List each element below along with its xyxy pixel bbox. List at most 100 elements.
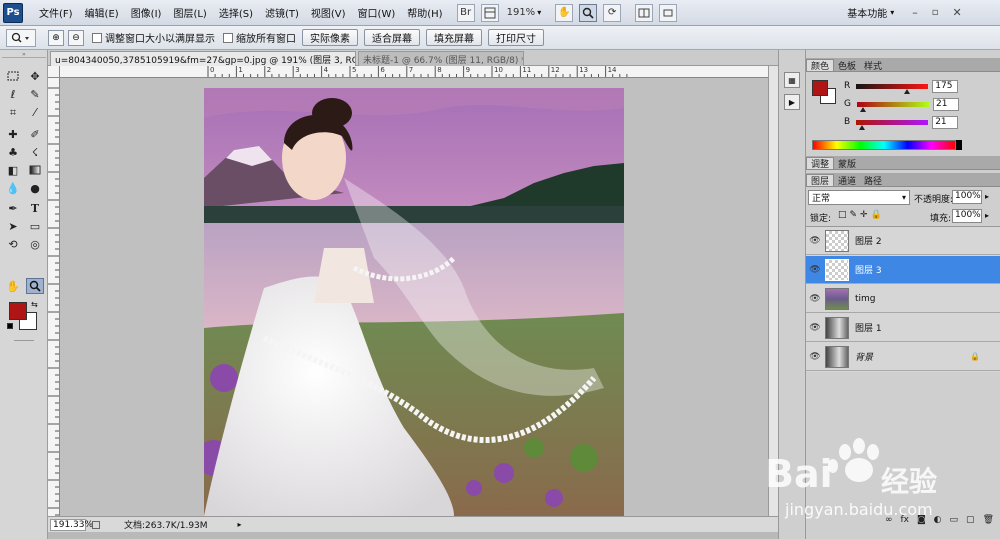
eye-icon[interactable]: 👁 [809, 351, 821, 363]
eye-icon[interactable]: 👁 [809, 322, 821, 334]
workspace-switcher[interactable]: 基本功能 [847, 5, 887, 20]
tab-color[interactable]: 颜色 [806, 59, 835, 72]
tab-channels[interactable]: 通道 [834, 174, 860, 187]
eraser-tool-icon[interactable]: ◧ [4, 162, 22, 178]
layer-row[interactable]: 👁 背景 🔒 [806, 343, 1000, 371]
zoom-out-icon[interactable]: ⊖ [68, 29, 84, 46]
minimize-icon[interactable]: – [912, 6, 918, 19]
clone-stamp-icon[interactable]: ♣ [4, 144, 22, 160]
menu-edit[interactable]: 编辑(E) [85, 5, 119, 20]
move-tool-icon[interactable]: ✥ [26, 68, 44, 84]
menu-window[interactable]: 窗口(W) [358, 5, 396, 20]
blue-value-field[interactable]: 21 [932, 115, 959, 129]
tab-layers[interactable]: 图层 [806, 174, 835, 187]
tab-styles[interactable]: 样式 [860, 59, 886, 72]
gradient-tool-icon[interactable] [26, 162, 44, 178]
hand-icon[interactable]: ✋ [555, 3, 574, 22]
zoom-level-select[interactable]: 191% [507, 7, 536, 18]
checkbox-box[interactable] [223, 32, 233, 43]
chevron-down-icon[interactable]: ▾ [537, 8, 541, 17]
green-value-field[interactable]: 21 [932, 97, 959, 111]
tab-swatches[interactable]: 色板 [834, 59, 860, 72]
black-swatch[interactable] [956, 140, 962, 150]
menu-select[interactable]: 选择(S) [219, 5, 253, 20]
brush-tool-icon[interactable]: ✐ [26, 126, 44, 142]
chevron-down-icon[interactable]: ▾ [890, 8, 894, 17]
dodge-tool-icon[interactable]: ● [26, 180, 44, 196]
status-info-icon[interactable] [92, 520, 100, 529]
fit-screen-button[interactable]: 适合屏幕 [364, 29, 420, 46]
blur-tool-icon[interactable]: 💧 [4, 180, 22, 196]
history-panel-icon[interactable]: ▦ [784, 72, 800, 88]
healing-brush-icon[interactable]: ✚ [4, 126, 22, 142]
canvas-area[interactable] [60, 78, 768, 516]
zoom-field[interactable]: 191.33% [50, 518, 93, 531]
pen-tool-icon[interactable]: ✒ [4, 200, 22, 216]
restore-icon[interactable]: ▫ [932, 7, 939, 18]
layer-name[interactable]: 图层 1 [855, 321, 882, 334]
tab-active-document[interactable]: u=804340050,3785105919&fm=27&gp=0.jpg @ … [50, 51, 356, 66]
layer-name[interactable]: 图层 3 [855, 263, 882, 276]
opacity-field[interactable]: 100% [952, 190, 982, 204]
zoom-in-icon[interactable]: ⊕ [48, 29, 64, 46]
screen-mode-icon[interactable] [659, 3, 678, 22]
zoom-tool-icon[interactable] [26, 278, 44, 294]
document-image[interactable] [204, 88, 624, 516]
tab-masks[interactable]: 蒙版 [834, 157, 860, 170]
menu-filter[interactable]: 滤镜(T) [265, 5, 299, 20]
checkbox-box[interactable] [92, 32, 102, 43]
history-brush-icon[interactable]: ☇ [26, 144, 44, 160]
eyedropper-tool-icon[interactable]: ⁄ [26, 104, 44, 120]
layer-name[interactable]: 背景 [855, 350, 873, 363]
blend-mode-select[interactable]: 正常 ▾ [808, 190, 910, 205]
default-colors-icon[interactable] [7, 323, 13, 329]
horizontal-ruler[interactable]: 0 1 2 3 4 5 6 7 8 9 10 11 12 13 14 [60, 66, 768, 78]
red-slider[interactable] [856, 83, 929, 94]
zoom-icon[interactable] [579, 3, 598, 22]
color-panel-foreground-swatch[interactable] [812, 80, 828, 96]
tab-untitled-document[interactable]: 未标题-1 @ 66.7% (图层 11, RGB/8) * [358, 51, 524, 66]
quick-select-tool-icon[interactable]: ✎ [26, 86, 44, 102]
eye-icon[interactable]: 👁 [809, 264, 821, 276]
fill-field[interactable]: 100% [952, 209, 982, 223]
foreground-color-swatch[interactable] [9, 302, 27, 320]
green-slider[interactable] [856, 101, 929, 112]
crop-tool-icon[interactable]: ⌗ [4, 104, 22, 120]
menu-layer[interactable]: 图层(L) [173, 5, 206, 20]
rotate-view-icon[interactable]: ⟳ [603, 3, 622, 22]
layer-row[interactable]: 👁 图层 3 [806, 256, 1000, 284]
layer-row[interactable]: 👁 图层 1 [806, 314, 1000, 342]
bridge-button[interactable]: Br [456, 3, 475, 22]
print-size-button[interactable]: 打印尺寸 [488, 29, 544, 46]
eye-icon[interactable]: 👁 [809, 293, 821, 305]
fill-arrow-icon[interactable]: ▸ [985, 211, 989, 220]
status-menu-arrow-icon[interactable]: ▸ [238, 520, 242, 529]
blue-slider-knob[interactable] [859, 124, 866, 130]
lock-icons[interactable]: □✎✛🔒 [838, 210, 885, 220]
type-tool-icon[interactable]: T [26, 200, 44, 216]
actions-panel-icon[interactable]: ▶ [784, 94, 800, 110]
opacity-arrow-icon[interactable]: ▸ [985, 192, 989, 201]
menu-view[interactable]: 视图(V) [311, 5, 346, 20]
hand-tool-icon[interactable]: ✋ [4, 278, 22, 294]
layer-row[interactable]: 👁 图层 2 [806, 227, 1000, 255]
toolbox-grip[interactable]: » [2, 52, 46, 58]
close-icon[interactable]: ✕ [953, 6, 962, 19]
zoom-all-windows-checkbox[interactable]: 缩放所有窗口 [223, 30, 296, 45]
red-slider-knob[interactable] [904, 88, 911, 94]
color-spectrum-bar[interactable] [812, 140, 956, 150]
actual-pixels-button[interactable]: 实际像素 [302, 29, 358, 46]
resize-windows-checkbox[interactable]: 调整窗口大小以满屏显示 [92, 30, 215, 45]
layer-name[interactable]: timg [855, 294, 876, 304]
menu-help[interactable]: 帮助(H) [407, 5, 442, 20]
layer-name[interactable]: 图层 2 [855, 234, 882, 247]
menu-image[interactable]: 图像(I) [131, 5, 162, 20]
fill-screen-button[interactable]: 填充屏幕 [426, 29, 482, 46]
tab-paths[interactable]: 路径 [860, 174, 886, 187]
marquee-tool-icon[interactable] [4, 68, 22, 84]
tab-adjustments[interactable]: 调整 [806, 157, 835, 170]
green-slider-knob[interactable] [859, 106, 866, 112]
vertical-ruler[interactable] [48, 78, 60, 516]
tool-preset-picker[interactable] [6, 28, 36, 47]
eye-icon[interactable]: 👁 [809, 235, 821, 247]
